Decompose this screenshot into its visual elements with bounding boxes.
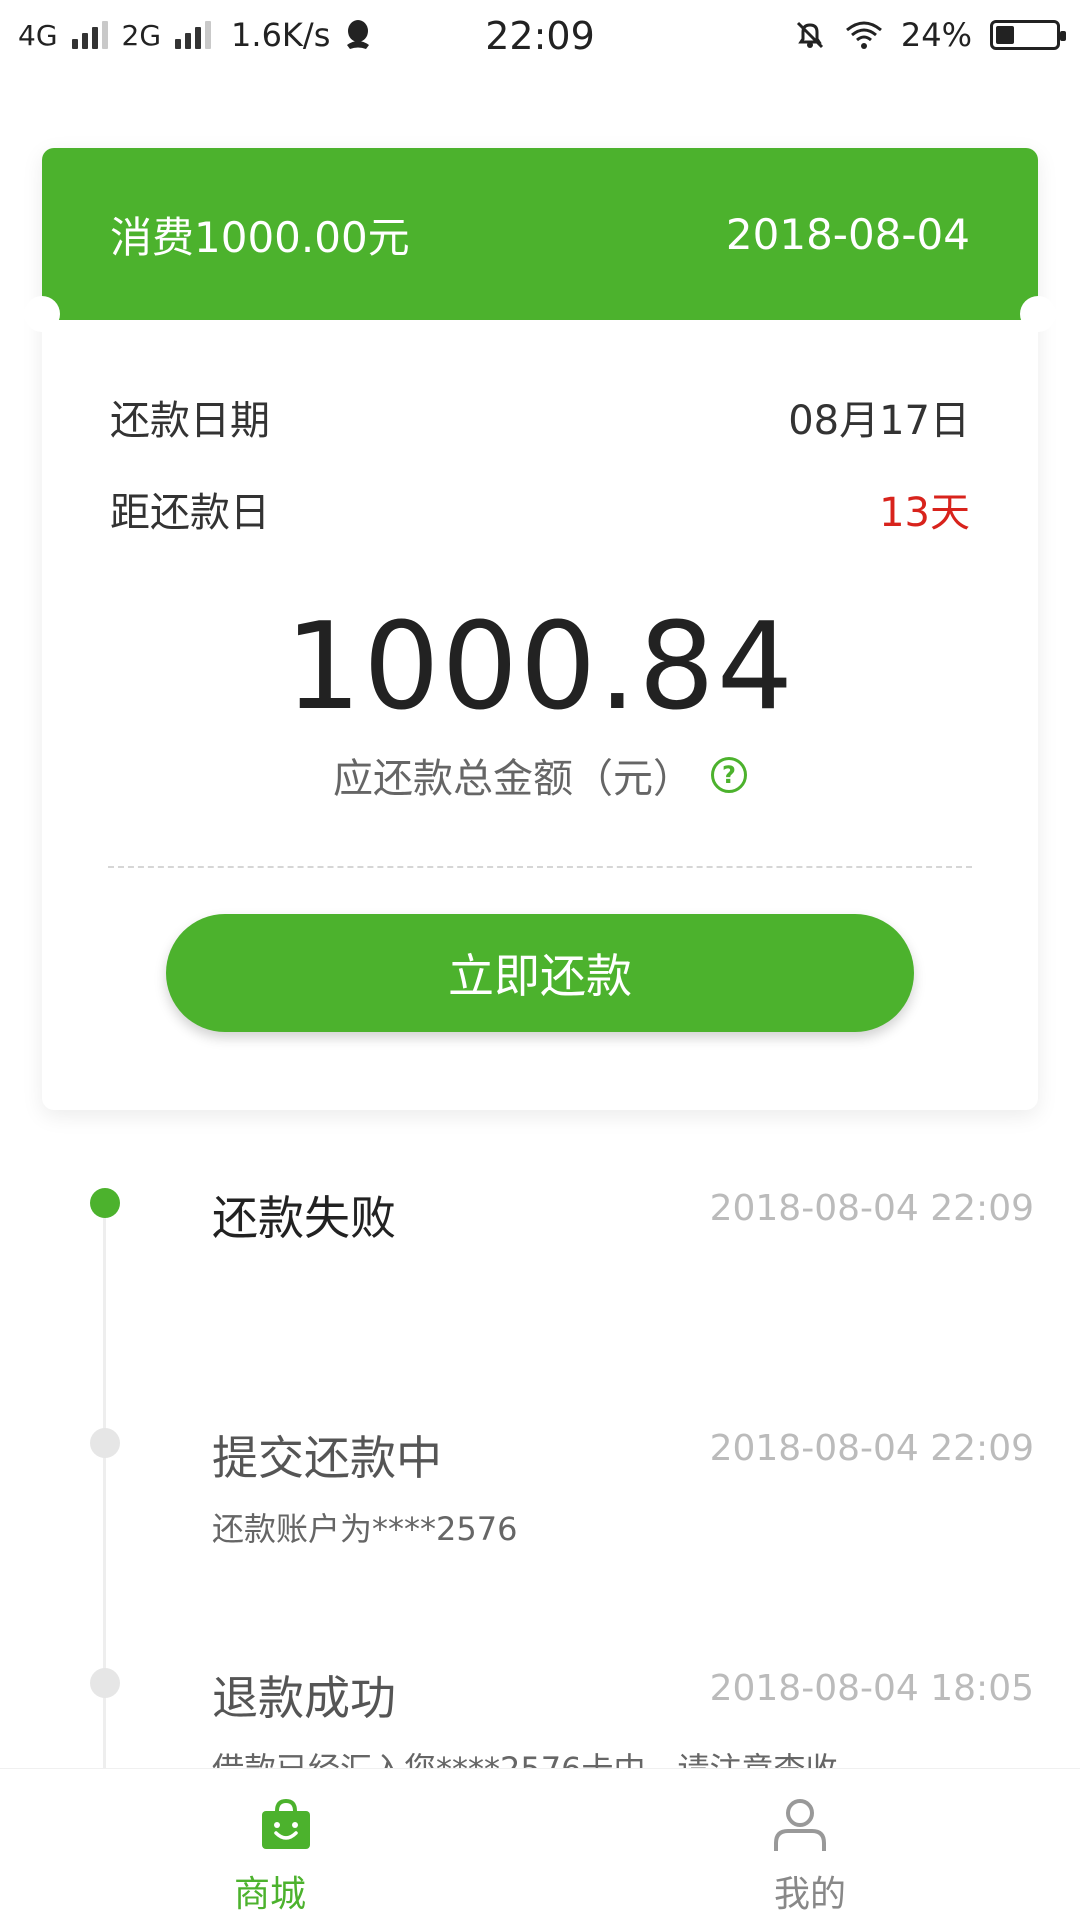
battery-percent: 24% [900, 16, 972, 54]
total-amount: 1000.84 [284, 598, 796, 737]
purchase-date: 2018-08-04 [725, 209, 970, 259]
total-amount-label: 应还款总金额（元） [333, 756, 693, 802]
timeline-dot [90, 1668, 120, 1698]
card-notch-right [1020, 296, 1056, 332]
bottom-nav: 商城 我的 [0, 1768, 1080, 1920]
tab-mall-label: 商城 [233, 1874, 306, 1915]
days-left-row: 距还款日 13天 [110, 480, 970, 538]
days-left-value: 13天 [879, 490, 970, 536]
timeline-time: 2018-08-04 22:09 [709, 1188, 1034, 1229]
repay-now-button[interactable]: 立即还款 [166, 914, 914, 1032]
shopping-bag-icon [262, 1798, 310, 1849]
tab-me-label: 我的 [773, 1874, 846, 1915]
timeline-time: 2018-08-04 22:09 [709, 1428, 1034, 1469]
card-notch-left [24, 296, 60, 332]
repayment-card: 消费1000.00元 2018-08-04 还款日期 08月17日 距还款日 1… [24, 148, 1056, 1110]
days-left-label: 距还款日 [110, 490, 270, 536]
battery-icon [990, 20, 1066, 50]
due-date-row: 还款日期 08月17日 [110, 388, 970, 446]
timeline-title: 退款成功 [212, 1671, 396, 1725]
timeline-subtitle: 还款账户为****2576 [212, 1510, 518, 1548]
question-icon[interactable]: ? [711, 757, 747, 793]
timeline-line [103, 1210, 106, 1810]
timeline-dot-active [90, 1188, 120, 1218]
repayment-timeline: 还款失败 2018-08-04 22:09 提交还款中 2018-08-04 2… [0, 1140, 1080, 1810]
purchase-amount: 消费1000.00元 [110, 212, 410, 262]
card-header: 消费1000.00元 2018-08-04 [42, 148, 1038, 320]
due-date-label: 还款日期 [110, 398, 270, 444]
dashed-divider [108, 866, 972, 868]
timeline-dot [90, 1428, 120, 1458]
timeline-title: 还款失败 [212, 1191, 396, 1245]
tab-mall[interactable]: 商城 [0, 1769, 540, 1921]
status-bar: 4G 2G 1.6K/s 22:09 24% [0, 0, 1080, 76]
timeline-time: 2018-08-04 18:05 [709, 1668, 1034, 1709]
due-date-value: 08月17日 [788, 398, 970, 444]
bell-muted-icon [796, 21, 823, 49]
wifi-icon [845, 21, 882, 49]
total-amount-row: 应还款总金额（元） ? [42, 746, 1038, 804]
timeline-title: 提交还款中 [212, 1431, 442, 1485]
status-right: 24% [793, 16, 1066, 54]
user-icon [774, 1799, 826, 1851]
tab-me[interactable]: 我的 [540, 1769, 1080, 1921]
